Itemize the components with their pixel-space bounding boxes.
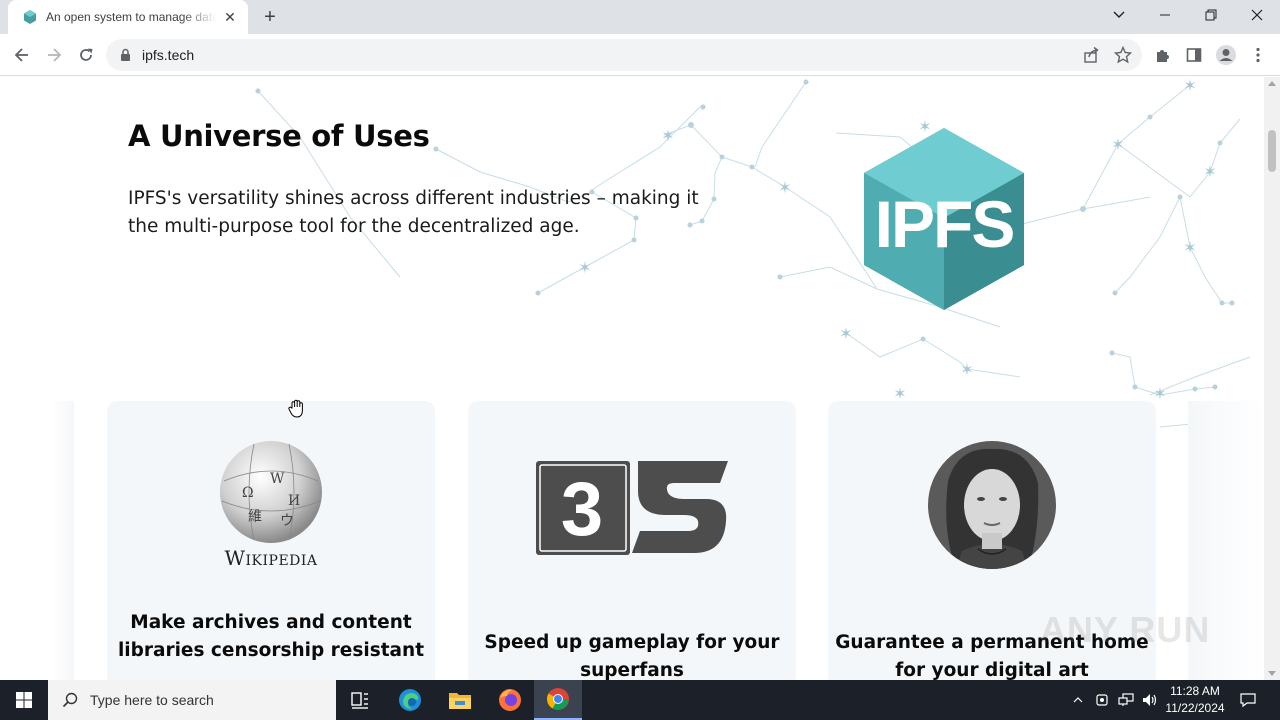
browser-toolbar: ipfs.tech — [0, 34, 1280, 76]
clock-time: 11:28 AM — [1170, 684, 1220, 698]
new-tab-button[interactable]: + — [258, 5, 282, 29]
reload-icon[interactable] — [72, 41, 100, 69]
card-title-3s: Speed up gameplay for your superfans — [484, 632, 780, 680]
section-description: IPFS's versatility shines across differe… — [128, 188, 699, 237]
task-view-icon[interactable] — [336, 680, 384, 720]
svg-text:И: И — [288, 493, 300, 509]
edge-browser-icon[interactable] — [386, 680, 434, 720]
svg-text:✶: ✶ — [778, 178, 791, 197]
section-heading: A Universe of Uses — [128, 119, 430, 153]
svg-text:ウ: ウ — [280, 513, 294, 529]
forward-arrow-icon[interactable] — [40, 41, 68, 69]
browser-titlebar: An open system to manage data without a … — [0, 0, 1280, 34]
windows-taskbar: Type here to search 11:28 AM 11/22/2024 — [0, 680, 1280, 720]
tab-title: An open system to manage data without a … — [46, 10, 216, 24]
start-button[interactable] — [0, 680, 48, 720]
svg-text:✶: ✶ — [578, 258, 591, 277]
wikipedia-globe-icon: ΩWИ 維 ウ Wikipedia — [220, 441, 322, 570]
wikipedia-wordmark: Wikipedia — [224, 546, 317, 570]
scrollbar-thumb[interactable] — [1268, 130, 1276, 172]
firefox-icon[interactable] — [486, 680, 534, 720]
back-arrow-icon[interactable] — [8, 41, 36, 69]
svg-text:✶: ✶ — [1111, 135, 1124, 154]
extensions-puzzle-icon[interactable] — [1148, 41, 1176, 69]
svg-text:✶: ✶ — [1183, 77, 1196, 95]
3s-logo-icon: 3 — [536, 461, 728, 555]
restore-button[interactable] — [1188, 0, 1234, 30]
file-explorer-icon[interactable] — [436, 680, 484, 720]
svg-text:✶: ✶ — [960, 360, 973, 379]
page-scrollbar[interactable] — [1264, 77, 1280, 680]
volume-icon[interactable] — [1140, 680, 1160, 720]
scroll-down-arrow-icon[interactable] — [1268, 671, 1276, 676]
browser-tab[interactable]: An open system to manage data without a … — [8, 0, 248, 34]
chrome-taskbar-icon[interactable] — [534, 680, 582, 720]
svg-text:✶: ✶ — [1203, 162, 1216, 181]
svg-text:Ω: Ω — [242, 485, 254, 501]
scroll-up-arrow-icon[interactable] — [1268, 81, 1276, 86]
svg-text:W: W — [270, 471, 285, 487]
use-case-card-wikipedia[interactable]: ΩWИ 維 ウ Wikipedia Make archives and conten… — [107, 401, 435, 680]
svg-text:✶: ✶ — [1153, 384, 1166, 403]
tab-search-icon[interactable] — [1096, 0, 1142, 30]
notification-center-icon[interactable] — [1236, 680, 1260, 720]
use-case-card-3s[interactable]: 3 Speed up gameplay for your superfans — [468, 401, 796, 680]
card-title-wikipedia: Make archives and content libraries cens… — [117, 612, 425, 661]
chrome-menu-icon[interactable] — [1244, 41, 1272, 69]
taskbar-search-box[interactable]: Type here to search — [48, 680, 336, 720]
lock-icon[interactable] — [120, 48, 131, 62]
svg-text:維: 維 — [248, 509, 262, 525]
svg-text:✶: ✶ — [1183, 238, 1196, 257]
network-icon[interactable] — [1116, 680, 1136, 720]
svg-text:✶: ✶ — [661, 126, 674, 145]
clock-date: 11/22/2024 — [1165, 701, 1225, 715]
bookmark-star-icon[interactable] — [1114, 46, 1132, 64]
search-icon — [62, 692, 78, 708]
taskbar-clock[interactable]: 11:28 AM 11/22/2024 — [1160, 683, 1230, 717]
windows-logo-icon — [16, 692, 32, 708]
url-text: ipfs.tech — [142, 47, 195, 63]
address-bar[interactable]: ipfs.tech — [106, 39, 1142, 71]
side-panel-icon[interactable] — [1180, 41, 1208, 69]
close-window-button[interactable] — [1234, 0, 1280, 30]
ipfs-logo-text: IPFS — [875, 187, 1014, 261]
ipfs-favicon-icon — [24, 10, 36, 24]
profile-avatar-icon[interactable] — [1212, 41, 1240, 69]
watermark-text: ANY RUN — [1040, 609, 1211, 650]
svg-text:✶: ✶ — [839, 324, 852, 343]
artist-portrait-image — [928, 441, 1056, 569]
taskbar-search-placeholder: Type here to search — [90, 692, 214, 708]
meet-now-icon[interactable] — [1092, 680, 1112, 720]
grab-hand-cursor-icon — [288, 399, 303, 418]
tab-close-icon[interactable]: ✕ — [222, 9, 238, 25]
share-icon[interactable] — [1082, 46, 1100, 64]
svg-text:3: 3 — [561, 467, 603, 552]
carousel-edge-left — [52, 401, 74, 680]
web-page: ✶ ✶ ✶ ✶ ✶ ✶ ✶ ✶ ✶ ✶ ✶ ✶ A Universe of Uses IPFS'… — [0, 77, 1264, 680]
tray-overflow-chevron-icon[interactable] — [1068, 680, 1088, 720]
minimize-button[interactable] — [1142, 0, 1188, 30]
ipfs-cube-logo: IPFS — [864, 128, 1024, 310]
